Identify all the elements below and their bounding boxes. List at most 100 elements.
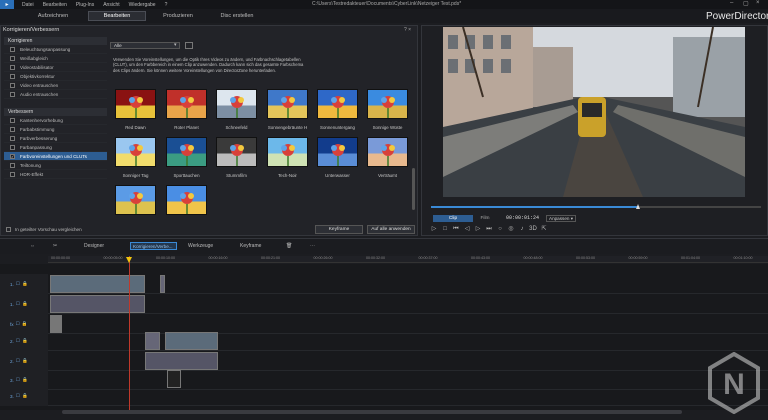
scrollbar[interactable]: [412, 168, 415, 210]
track-visibility-icon[interactable]: ☐: [16, 301, 20, 307]
more-icon[interactable]: ⋯: [310, 243, 315, 249]
panel-controls[interactable]: ? ×: [404, 27, 411, 33]
tool-item[interactable]: Video entrauschen: [4, 81, 107, 90]
tool-item[interactable]: Objektivkorrektur: [4, 72, 107, 81]
tools-button[interactable]: Werkzeuge: [188, 243, 213, 249]
arrange-icon[interactable]: ⇔: [30, 243, 35, 249]
clip-mode-tab[interactable]: Clip: [433, 215, 473, 222]
tool-item[interactable]: Teiltonung: [4, 161, 107, 170]
tool-item[interactable]: HDR-Effekt: [4, 170, 107, 179]
3d-icon[interactable]: 3D: [529, 225, 537, 233]
prev-frame-icon[interactable]: ⏮: [452, 225, 460, 233]
snapshot-icon[interactable]: ◎: [507, 225, 515, 233]
menu-ansicht[interactable]: Ansicht: [103, 2, 119, 8]
preset-thumbnail[interactable]: [166, 89, 207, 119]
video-clip[interactable]: [160, 275, 165, 293]
checkbox[interactable]: [10, 171, 15, 177]
checkbox[interactable]: [10, 64, 15, 70]
checkbox[interactable]: [10, 135, 15, 141]
preset-thumbnail[interactable]: [267, 89, 308, 119]
track-header[interactable]: 1. ☐ 🔒: [0, 294, 48, 314]
lock-icon[interactable]: 🔒: [22, 358, 28, 364]
video-clip[interactable]: [145, 332, 160, 350]
split-preview-option[interactable]: In geteilter Vorschau vergleichen: [6, 227, 82, 232]
track-header[interactable]: 1. ☐ 🔒: [0, 274, 48, 294]
minimize-icon[interactable]: –: [730, 0, 733, 6]
forward-icon[interactable]: ▷: [474, 225, 482, 233]
preset-thumbnail[interactable]: [367, 137, 408, 167]
play-icon[interactable]: ▷: [430, 225, 438, 233]
tool-item[interactable]: Audio entrauschen: [4, 90, 107, 99]
track-visibility-icon[interactable]: ☐: [16, 338, 20, 344]
app-logo-icon[interactable]: ▸: [0, 0, 14, 9]
checkbox[interactable]: [6, 227, 11, 232]
next-frame-icon[interactable]: ⏭: [485, 225, 493, 233]
checkbox[interactable]: [10, 126, 15, 132]
tool-item[interactable]: Beleuchtungsanpassung: [4, 45, 107, 54]
menu-datei[interactable]: Datei: [22, 2, 34, 8]
preset-thumbnail[interactable]: [115, 137, 156, 167]
tab-produzieren[interactable]: Produzieren: [152, 11, 204, 21]
preset-thumbnail[interactable]: [317, 89, 358, 119]
title-clip[interactable]: [167, 370, 181, 388]
tab-disc-erstellen[interactable]: Disc erstellen: [210, 11, 264, 21]
lock-icon[interactable]: 🔒: [22, 338, 28, 344]
lock-icon[interactable]: 🔒: [22, 301, 28, 307]
checkbox[interactable]: [10, 73, 15, 79]
audio-clip[interactable]: [50, 295, 145, 313]
preset-thumbnail[interactable]: [216, 137, 257, 167]
record-icon[interactable]: ○: [496, 225, 504, 233]
fix-enhance-button[interactable]: Korrigieren/Verbe...: [130, 242, 177, 250]
checkbox[interactable]: [10, 117, 15, 123]
checkbox[interactable]: [10, 55, 15, 61]
preset-thumbnail[interactable]: [166, 137, 207, 167]
tool-item-selected[interactable]: ✓ Farbvoreinstellungen und CLUTs: [4, 152, 107, 161]
tab-aufzeichnen[interactable]: Aufzeichnen: [28, 11, 78, 21]
preset-thumbnail[interactable]: [267, 137, 308, 167]
keyframe-button[interactable]: Keyframe: [315, 225, 363, 234]
tool-item[interactable]: Farbanpassung: [4, 143, 107, 152]
scissors-icon[interactable]: ✂: [53, 243, 57, 249]
preset-thumbnail[interactable]: [115, 185, 156, 215]
tool-item[interactable]: Weißabgleich: [4, 54, 107, 63]
track-visibility-icon[interactable]: ☐: [16, 358, 20, 364]
download-presets-icon[interactable]: [185, 42, 193, 49]
tool-item[interactable]: Farbverbesserung: [4, 134, 107, 143]
maximize-icon[interactable]: ▢: [743, 0, 749, 7]
trash-icon[interactable]: 🗑: [286, 243, 292, 249]
track-visibility-icon[interactable]: ☐: [16, 377, 20, 383]
preset-thumbnail[interactable]: [115, 89, 156, 119]
lock-icon[interactable]: 🔒: [22, 281, 28, 287]
fx-clip[interactable]: [50, 315, 62, 333]
lock-icon[interactable]: 🔒: [22, 377, 28, 383]
checkbox[interactable]: [10, 46, 15, 52]
preset-thumbnail[interactable]: [216, 89, 257, 119]
checkbox[interactable]: [10, 144, 15, 150]
chevron-down-icon[interactable]: ▾: [174, 42, 177, 48]
tab-bearbeiten[interactable]: Bearbeiten: [88, 11, 146, 21]
preset-filter-select[interactable]: Alle: [110, 42, 180, 49]
menu-wiedergabe[interactable]: Wiedergabe: [129, 2, 156, 8]
lock-icon[interactable]: 🔒: [22, 393, 28, 399]
preset-thumbnail[interactable]: [367, 89, 408, 119]
track-header[interactable]: 2. ☐ 🔒: [0, 351, 48, 371]
checkbox[interactable]: [10, 162, 15, 168]
volume-icon[interactable]: ♪: [518, 225, 526, 233]
undock-icon[interactable]: ⇱: [540, 225, 548, 233]
track-visibility-icon[interactable]: ☐: [16, 321, 20, 327]
timecode-display[interactable]: 00:00:01:24: [506, 215, 539, 221]
audio-clip[interactable]: [145, 352, 218, 370]
film-mode-tab[interactable]: Film: [470, 215, 500, 222]
timeline-cursor[interactable]: [129, 256, 130, 412]
tool-item[interactable]: Videostabilisator: [4, 63, 107, 72]
track-visibility-icon[interactable]: ☐: [16, 393, 20, 399]
keyframe-tl-button[interactable]: Keyframe: [240, 243, 261, 249]
menu-bearbeiten[interactable]: Bearbeiten: [43, 2, 67, 8]
menu-plugins[interactable]: Plug-Ins: [76, 2, 94, 8]
tool-item[interactable]: Kantenhervorhebung: [4, 116, 107, 125]
checked-checkbox-icon[interactable]: ✓: [10, 153, 15, 159]
fit-select[interactable]: Anpassen ▾: [546, 215, 576, 222]
video-clip[interactable]: [165, 332, 218, 350]
menu-help[interactable]: ?: [165, 2, 168, 8]
track-header[interactable]: 3. ☐ 🔒: [0, 386, 48, 406]
